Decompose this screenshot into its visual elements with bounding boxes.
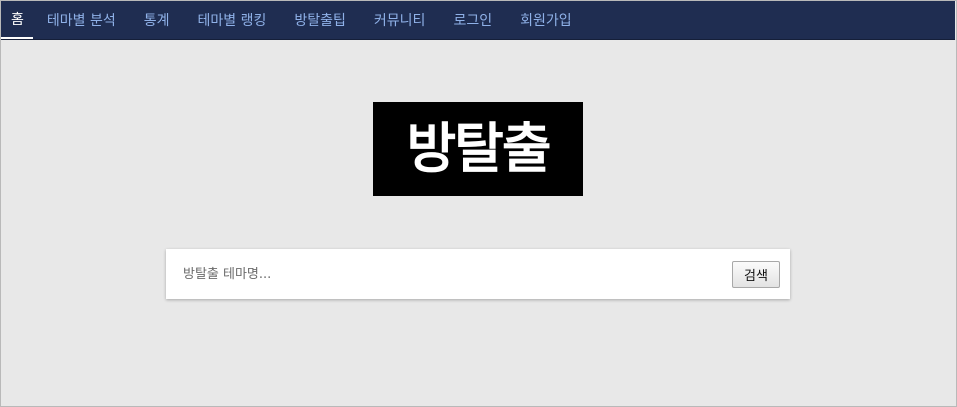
- nav-item-signup[interactable]: 회원가입: [506, 1, 586, 39]
- search-input[interactable]: [166, 249, 726, 299]
- nav-item-tips[interactable]: 방탈출팁: [280, 1, 360, 39]
- nav-item-community[interactable]: 커뮤니티: [360, 1, 440, 39]
- search-button[interactable]: 검색: [732, 261, 780, 288]
- nav-item-theme-analysis[interactable]: 테마별 분석: [33, 1, 130, 39]
- nav-item-theme-ranking[interactable]: 테마별 랭킹: [184, 1, 281, 39]
- top-navbar: 홈 테마별 분석 통계 테마별 랭킹 방탈출팁 커뮤니티 로그인 회원가입: [1, 1, 955, 40]
- nav-item-statistics[interactable]: 통계: [130, 1, 184, 39]
- nav-item-home[interactable]: 홈: [1, 1, 33, 39]
- search-form: 검색: [166, 249, 790, 299]
- site-logo: 방탈출: [373, 102, 583, 196]
- logo-text: 방탈출: [406, 117, 551, 180]
- nav-item-login[interactable]: 로그인: [439, 1, 506, 39]
- window-frame: [0, 0, 957, 407]
